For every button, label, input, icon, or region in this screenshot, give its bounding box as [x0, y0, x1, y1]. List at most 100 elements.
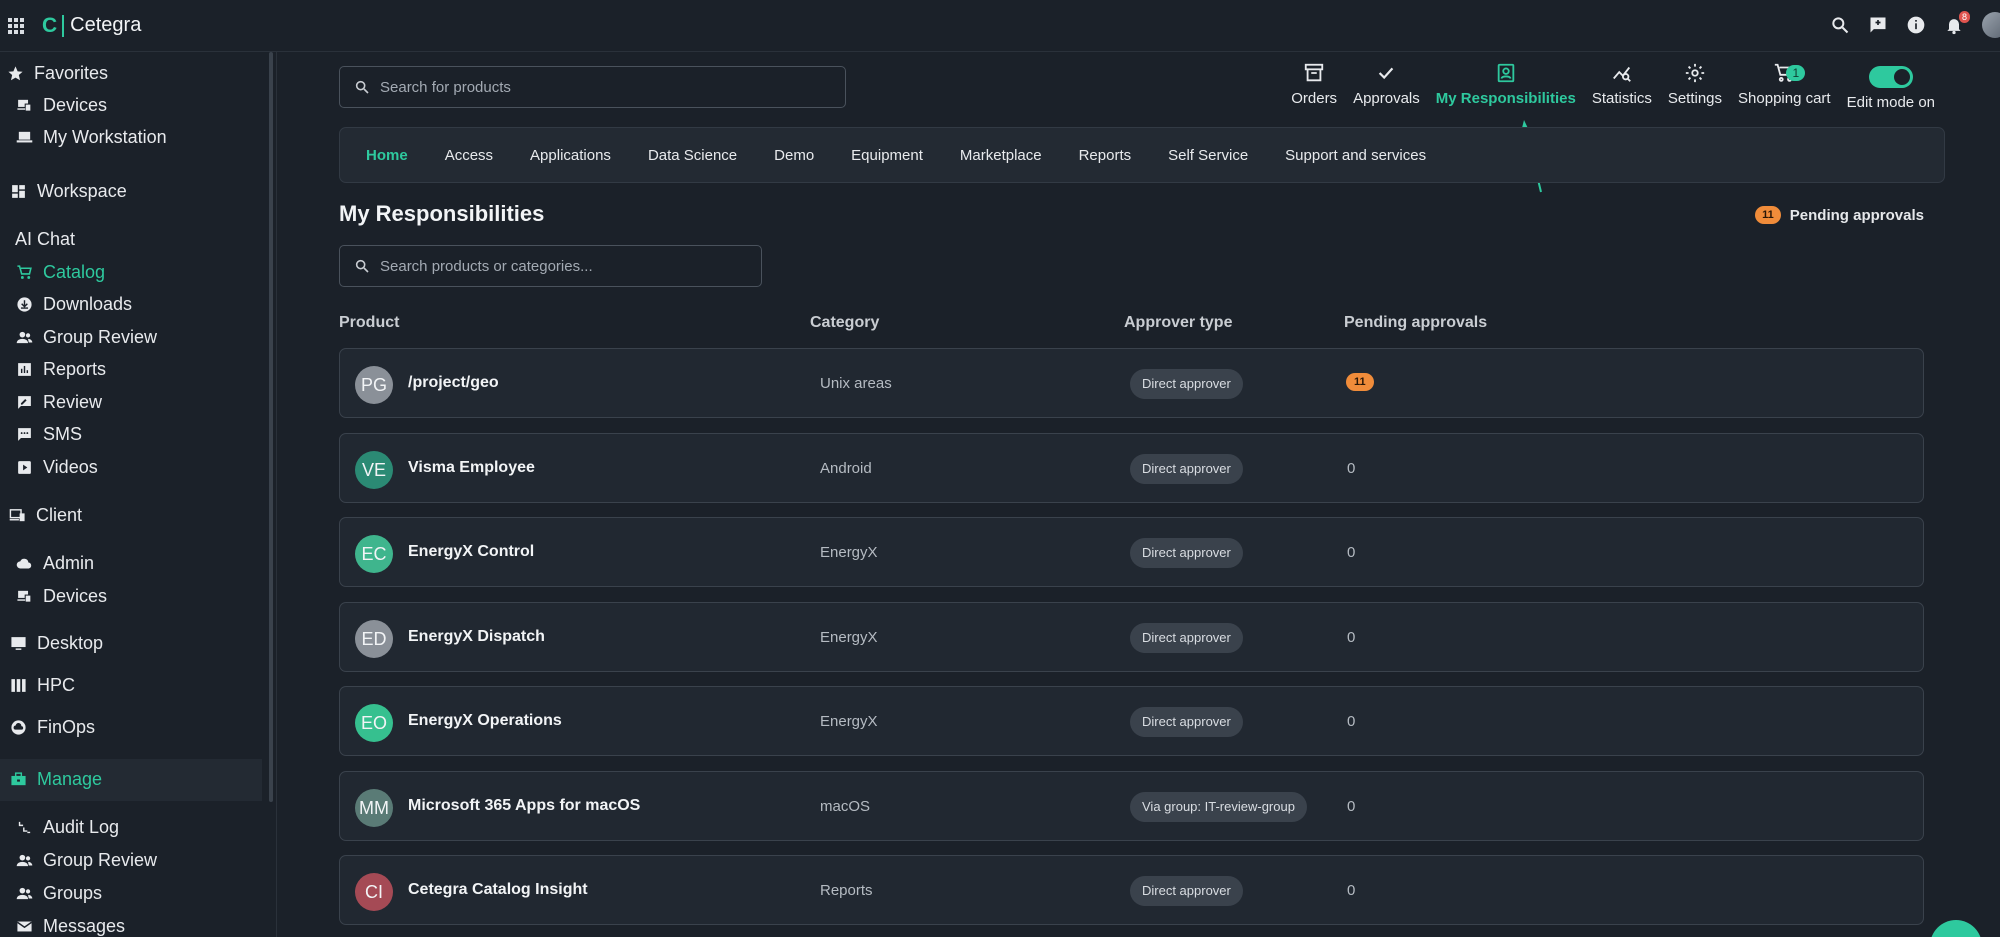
sidebar-section-hpc[interactable]: HPC	[9, 670, 75, 700]
sidebar-item-my-workstation[interactable]: My Workstation	[15, 122, 167, 152]
product-search-field[interactable]	[339, 66, 846, 108]
sidebar-section-client[interactable]: Client	[8, 500, 82, 530]
sidebar-item-label: Devices	[43, 94, 108, 115]
table-row[interactable]: MM Microsoft 365 Apps for macOS macOS Vi…	[339, 771, 1924, 841]
user-avatar[interactable]	[1982, 12, 2000, 38]
sidebar-item-label: Reports	[43, 358, 107, 379]
table-row[interactable]: ED EnergyX Dispatch EnergyX Direct appro…	[339, 602, 1924, 672]
table-row[interactable]: EC EnergyX Control EnergyX Direct approv…	[339, 517, 1924, 587]
product-name[interactable]: EnergyX Operations	[408, 712, 562, 730]
tab-support-and-services[interactable]: Support and services	[1285, 147, 1426, 164]
sidebar-item-sms[interactable]: SMS	[15, 419, 82, 449]
tab-access[interactable]: Access	[445, 147, 493, 164]
sidebar-item-devices-client[interactable]: Devices	[15, 581, 107, 611]
table-row[interactable]: CI Cetegra Catalog Insight Reports Direc…	[339, 855, 1924, 925]
pending-approvals-link[interactable]: 11 Pending approvals	[1755, 206, 1924, 224]
sidebar-item-groups[interactable]: Groups	[15, 878, 102, 908]
search-icon[interactable]	[1830, 15, 1850, 35]
bar-chart-icon	[15, 360, 33, 378]
product-category: Unix areas	[820, 375, 892, 392]
toolbar-edit-mode[interactable]: Edit mode on	[1839, 62, 1943, 114]
approver-type-chip: Direct approver	[1130, 876, 1243, 906]
sidebar-item-devices-fav[interactable]: Devices	[15, 90, 107, 120]
tab-reports[interactable]: Reports	[1079, 147, 1132, 164]
tab-marketplace[interactable]: Marketplace	[960, 147, 1042, 164]
responsibility-search-field[interactable]	[339, 245, 762, 287]
devices-icon	[15, 96, 33, 114]
sidebar-scrollbar[interactable]	[269, 52, 273, 802]
tab-home[interactable]: Home	[366, 147, 408, 164]
cart-count-badge: 1	[1786, 65, 1806, 81]
toolbar-my-responsibilities[interactable]: My Responsibilities	[1428, 62, 1584, 114]
chat-fab-button[interactable]	[1930, 920, 1982, 937]
product-name[interactable]: Cetegra Catalog Insight	[408, 881, 588, 899]
edit-mode-toggle[interactable]	[1868, 66, 1913, 88]
product-name[interactable]: EnergyX Dispatch	[408, 628, 545, 646]
play-icon	[15, 458, 33, 476]
sidebar-item-label: Group Review	[43, 326, 158, 347]
product-avatar: PG	[355, 366, 393, 404]
table-row[interactable]: VE Visma Employee Android Direct approve…	[339, 433, 1924, 503]
responsibility-search-input[interactable]	[380, 257, 720, 275]
sidebar-item-group-review-manage[interactable]: Group Review	[15, 845, 157, 875]
product-avatar: EC	[355, 535, 393, 573]
product-avatar: VE	[355, 451, 393, 489]
server-rack-icon	[9, 676, 27, 694]
mail-icon	[15, 917, 33, 935]
tab-applications[interactable]: Applications	[530, 147, 611, 164]
column-header-product[interactable]: Product	[339, 314, 399, 332]
column-header-pending-approvals[interactable]: Pending approvals	[1344, 314, 1487, 332]
sidebar-section-favorites[interactable]: Favorites	[6, 58, 108, 88]
product-search-input[interactable]	[380, 78, 800, 96]
notification-bell-icon[interactable]: 8	[1944, 11, 1970, 35]
column-header-approver-type[interactable]: Approver type	[1124, 314, 1232, 332]
search-icon	[355, 259, 369, 273]
devices-icon	[15, 587, 33, 605]
info-icon[interactable]	[1906, 15, 1926, 35]
main-toolbar: Orders Approvals My Responsibilities Sta…	[1283, 62, 1943, 114]
sidebar-item-reports[interactable]: Reports	[15, 354, 106, 384]
pending-count-badge: 11	[1346, 373, 1374, 391]
sidebar-section-desktop[interactable]: Desktop	[9, 628, 103, 658]
product-category: macOS	[820, 798, 871, 815]
sidebar-item-review[interactable]: Review	[15, 387, 102, 417]
product-name[interactable]: Microsoft 365 Apps for macOS	[408, 797, 640, 815]
sidebar-item-messages[interactable]: Messages	[15, 911, 125, 937]
sidebar-item-ai-chat[interactable]: AI Chat	[15, 224, 75, 254]
tab-self-service[interactable]: Self Service	[1168, 147, 1248, 164]
rate-review-icon	[15, 393, 33, 411]
sidebar-section-workspace[interactable]: Workspace	[9, 176, 127, 206]
toolbar-shopping-cart[interactable]: 1 Shopping cart	[1730, 62, 1839, 114]
pending-approvals-label: Pending approvals	[1789, 206, 1924, 224]
product-name[interactable]: /project/geo	[408, 374, 499, 392]
product-name[interactable]: Visma Employee	[408, 459, 535, 477]
sidebar-item-group-review[interactable]: Group Review	[15, 322, 157, 352]
sidebar-item-catalog[interactable]: Catalog	[15, 257, 105, 287]
app-logo[interactable]: C Cetegra	[42, 14, 141, 37]
toolbar-orders[interactable]: Orders	[1283, 62, 1345, 114]
sidebar-item-label: Groups	[43, 882, 103, 903]
tab-demo[interactable]: Demo	[774, 147, 814, 164]
feedback-icon[interactable]	[1868, 15, 1888, 35]
toolbar-approvals[interactable]: Approvals	[1345, 62, 1428, 114]
column-header-category[interactable]: Category	[810, 314, 879, 332]
sidebar-item-admin[interactable]: Admin	[15, 548, 94, 578]
tab-equipment[interactable]: Equipment	[851, 147, 923, 164]
sidebar: Favorites Devices My Workstation Workspa…	[0, 52, 277, 937]
sidebar-item-videos[interactable]: Videos	[15, 452, 98, 482]
sidebar-section-finops[interactable]: FinOps	[9, 712, 95, 742]
sidebar-item-downloads[interactable]: Downloads	[15, 289, 132, 319]
toolbar-statistics[interactable]: Statistics	[1584, 62, 1660, 114]
product-name[interactable]: EnergyX Control	[408, 543, 534, 561]
pending-count-badge: 11	[1755, 206, 1781, 224]
table-row[interactable]: PG /project/geo Unix areas Direct approv…	[339, 348, 1924, 418]
sidebar-section-manage[interactable]: Manage	[9, 764, 102, 794]
table-row[interactable]: EO EnergyX Operations EnergyX Direct app…	[339, 686, 1924, 756]
product-category: EnergyX	[820, 629, 878, 646]
toolbar-settings[interactable]: Settings	[1660, 62, 1730, 114]
tab-data-science[interactable]: Data Science	[648, 147, 737, 164]
app-grid-icon[interactable]	[8, 18, 24, 34]
analytics-icon	[1612, 66, 1631, 82]
sidebar-item-audit-log[interactable]: Audit Log	[15, 812, 119, 842]
pending-count: 0	[1347, 713, 1356, 730]
